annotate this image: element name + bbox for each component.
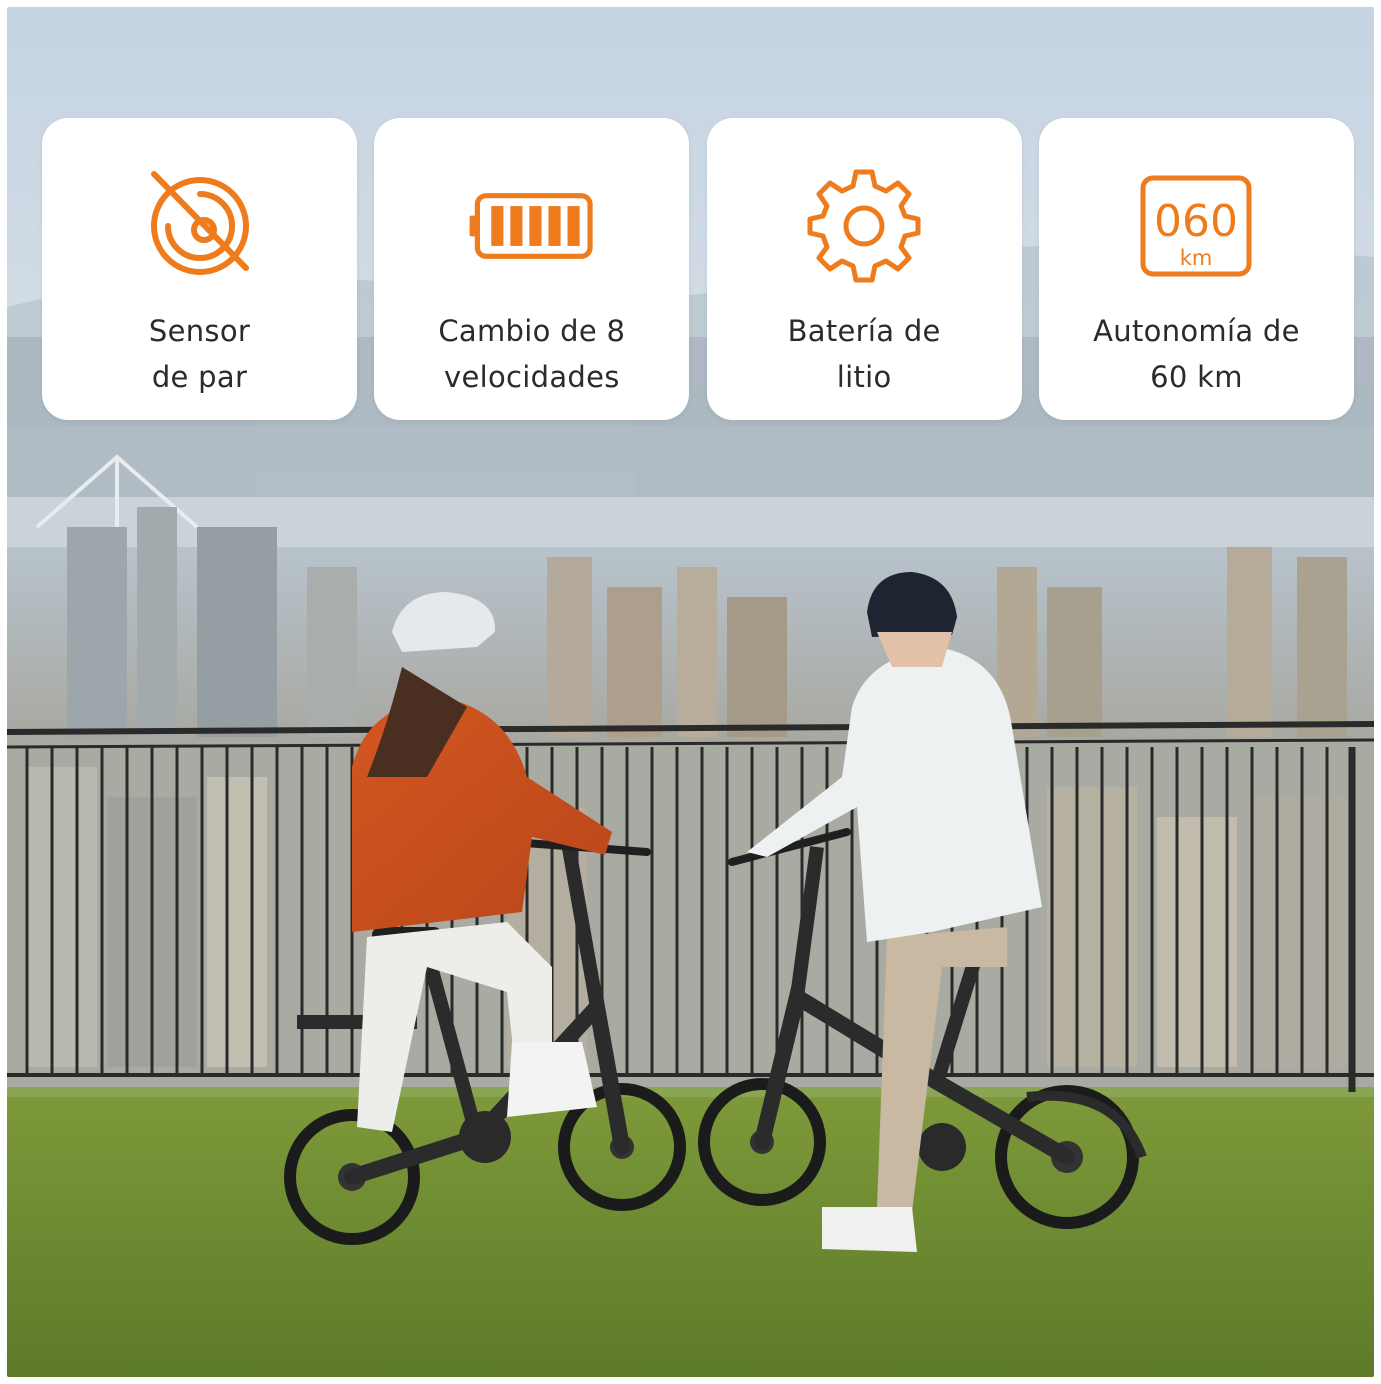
odometer-unit: km <box>1180 246 1213 270</box>
lawn <box>7 1087 1374 1377</box>
odometer-value: 060 <box>1154 196 1238 247</box>
feature-label: Sensor de par <box>148 314 251 394</box>
feature-label: Autonomía de 60 km <box>1093 314 1300 394</box>
odometer-icon: 060 km <box>1131 166 1261 286</box>
feature-card-battery: Batería de litio <box>706 118 1022 420</box>
feature-label: Batería de litio <box>787 314 941 394</box>
feature-card-torque-sensor: Sensor de par <box>42 118 357 420</box>
feature-card-gears: Cambio de 8 velocidades <box>374 118 690 420</box>
battery-icon <box>467 166 597 286</box>
feature-label: Cambio de 8 velocidades <box>438 314 626 394</box>
product-image: Sensor de par Cambio de 8 velocidades Ba… <box>7 7 1374 1377</box>
torque-sensor-icon <box>135 166 265 286</box>
near-city <box>7 742 1374 1092</box>
feature-cards: Sensor de par Cambio de 8 velocidades Ba… <box>42 118 1354 420</box>
feature-card-range: 060 km Autonomía de 60 km <box>1038 118 1354 420</box>
gear-icon <box>799 166 929 286</box>
